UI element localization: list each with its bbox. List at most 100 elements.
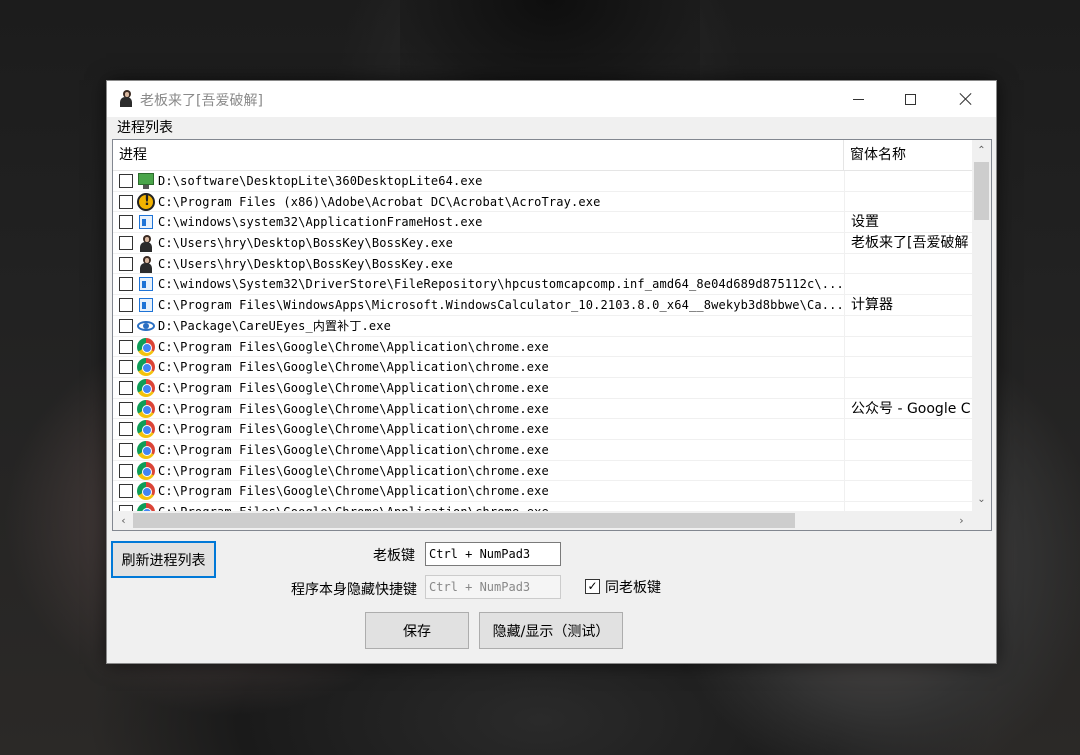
table-row[interactable]: C:\Users\hry\Desktop\BossKey\BossKey.exe…: [113, 233, 972, 254]
vertical-scrollbar[interactable]: ⌃ ⌄: [972, 140, 991, 511]
process-path: C:\Program Files\Google\Chrome\Applicati…: [158, 360, 549, 375]
refresh-process-list-button[interactable]: 刷新进程列表: [111, 541, 216, 578]
table-row[interactable]: C:\Program Files\Google\Chrome\Applicati…: [113, 336, 972, 358]
window-name: 老板来了[吾爱破解: [844, 233, 972, 254]
title-bar[interactable]: 老板来了[吾爱破解]: [107, 81, 996, 117]
row-checkbox[interactable]: [119, 442, 133, 457]
scroll-right-icon[interactable]: ›: [953, 511, 970, 530]
window-name: [844, 357, 972, 378]
scrollbar-corner: [972, 511, 991, 530]
table-row[interactable]: C:\Program Files\Google\Chrome\Applicati…: [113, 377, 972, 399]
column-header-process[interactable]: 进程: [113, 140, 844, 171]
table-row[interactable]: C:\windows\System32\DriverStore\FileRepo…: [113, 274, 972, 296]
row-checkbox[interactable]: [119, 236, 133, 251]
bosskey-icon: [137, 255, 155, 273]
bosskey-icon: [137, 234, 155, 253]
row-checkbox[interactable]: [119, 277, 133, 292]
table-row[interactable]: C:\windows\system32\ApplicationFrameHost…: [113, 212, 972, 234]
window-name: [844, 253, 972, 274]
close-button[interactable]: [943, 81, 989, 117]
table-row[interactable]: C:\Program Files\Google\Chrome\Applicati…: [113, 439, 972, 461]
window-name: [844, 460, 972, 481]
chrome-icon: [137, 461, 155, 480]
table-row[interactable]: C:\Program Files\WindowsApps\Microsoft.W…: [113, 295, 972, 316]
window-name: [844, 171, 972, 191]
window-name: [844, 377, 972, 398]
process-path: C:\Program Files\WindowsApps\Microsoft.W…: [158, 298, 842, 313]
list-header: 进程 窗体名称: [113, 140, 972, 171]
row-checkbox[interactable]: [119, 360, 133, 375]
table-row[interactable]: C:\Users\hry\Desktop\BossKey\BossKey.exe: [113, 253, 972, 275]
eye-icon: [137, 317, 155, 335]
window-name: [844, 191, 972, 212]
vertical-scroll-thumb[interactable]: [974, 162, 989, 220]
row-checkbox[interactable]: [119, 339, 133, 354]
chrome-icon: [137, 482, 155, 501]
scroll-left-icon[interactable]: ‹: [115, 511, 132, 530]
boss-key-input[interactable]: Ctrl + NumPad3: [425, 542, 561, 566]
chrome-icon: [137, 503, 155, 511]
toggle-visibility-test-button[interactable]: 隐藏/显示（测试）: [479, 612, 623, 649]
table-row[interactable]: C:\Program Files\Google\Chrome\Applicati…: [113, 419, 972, 440]
table-row[interactable]: D:\Package\CareUEyes_内置补丁.exe: [113, 315, 972, 337]
bosskey-icon: [117, 89, 135, 109]
minimize-button[interactable]: [835, 81, 881, 117]
chrome-icon: [137, 399, 155, 418]
window-title: 老板来了[吾爱破解]: [140, 93, 263, 109]
row-checkbox[interactable]: [119, 174, 133, 188]
horizontal-scrollbar[interactable]: ‹ ›: [113, 511, 972, 530]
monitor-icon: [137, 172, 155, 190]
process-list-view[interactable]: 进程 窗体名称 D:\software\DesktopLite\360Deskt…: [112, 139, 992, 531]
same-as-boss-label[interactable]: 同老板键: [605, 577, 661, 597]
window-name: [844, 481, 972, 502]
chrome-icon: [137, 337, 155, 356]
row-checkbox[interactable]: [119, 380, 133, 395]
process-path: D:\software\DesktopLite\360DesktopLite64…: [158, 174, 483, 188]
row-checkbox[interactable]: [119, 463, 133, 478]
column-header-window-name[interactable]: 窗体名称: [844, 140, 972, 171]
self-hide-hotkey-input[interactable]: Ctrl + NumPad3: [425, 575, 561, 599]
row-checkbox[interactable]: [119, 318, 133, 333]
list-body: D:\software\DesktopLite\360DesktopLite64…: [113, 171, 972, 511]
process-path: D:\Package\CareUEyes_内置补丁.exe: [158, 318, 391, 333]
table-row[interactable]: C:\Program Files (x86)\Adobe\Acrobat DC\…: [113, 191, 972, 213]
process-path: C:\Program Files\Google\Chrome\Applicati…: [158, 484, 549, 499]
table-row[interactable]: C:\Program Files\Google\Chrome\Applicati…: [113, 357, 972, 378]
process-path: C:\windows\System32\DriverStore\FileRepo…: [158, 277, 842, 292]
table-row[interactable]: C:\Program Files\Google\Chrome\Applicati…: [113, 398, 972, 420]
row-checkbox[interactable]: [119, 194, 133, 209]
scroll-up-icon[interactable]: ⌃: [972, 142, 991, 159]
process-path: C:\Program Files\Google\Chrome\Applicati…: [158, 502, 842, 511]
window-name: [844, 419, 972, 440]
row-checkbox[interactable]: [119, 484, 133, 499]
app-frame-icon: [137, 213, 155, 232]
table-row[interactable]: C:\Program Files\Google\Chrome\Applicati…: [113, 502, 972, 511]
save-button[interactable]: 保存: [365, 612, 469, 649]
chrome-icon: [137, 440, 155, 459]
process-path: C:\Program Files\Google\Chrome\Applicati…: [158, 422, 549, 437]
process-path: C:\Program Files\Google\Chrome\Applicati…: [158, 463, 549, 478]
row-checkbox[interactable]: [119, 401, 133, 416]
window-name: [844, 336, 972, 357]
table-row[interactable]: D:\software\DesktopLite\360DesktopLite64…: [113, 171, 972, 192]
same-as-boss-checkbox[interactable]: ✓: [585, 579, 600, 594]
process-path: C:\Program Files\Google\Chrome\Applicati…: [158, 380, 549, 395]
process-list-group-label: 进程列表: [117, 120, 173, 136]
window-name: 计算器: [844, 295, 972, 316]
row-checkbox[interactable]: [119, 256, 133, 271]
window-name: [844, 315, 972, 336]
table-row[interactable]: C:\Program Files\Google\Chrome\Applicati…: [113, 481, 972, 502]
app-frame-icon: [137, 275, 155, 294]
app-frame-icon: [137, 296, 155, 315]
row-checkbox[interactable]: [119, 298, 133, 313]
maximize-button[interactable]: [887, 81, 933, 117]
scroll-down-icon[interactable]: ⌄: [972, 491, 991, 508]
chrome-icon: [137, 420, 155, 439]
horizontal-scroll-thumb[interactable]: [133, 513, 795, 528]
maximize-icon: [904, 93, 916, 105]
close-icon: [959, 92, 973, 106]
process-path: C:\Users\hry\Desktop\BossKey\BossKey.exe: [158, 236, 453, 251]
row-checkbox[interactable]: [119, 215, 133, 230]
table-row[interactable]: C:\Program Files\Google\Chrome\Applicati…: [113, 460, 972, 482]
row-checkbox[interactable]: [119, 422, 133, 437]
